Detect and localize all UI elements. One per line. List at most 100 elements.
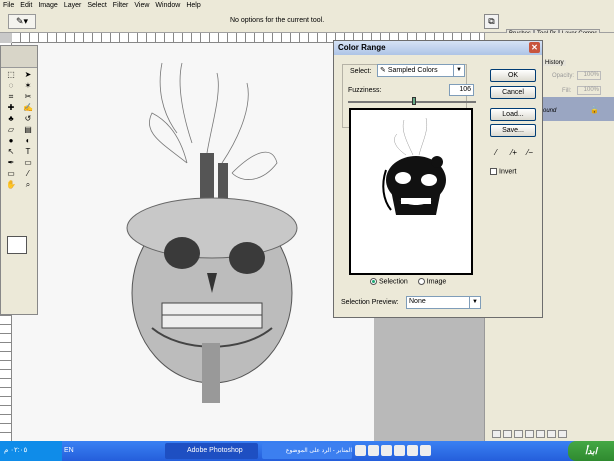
notes-tool-icon[interactable]: ▭ [3, 169, 19, 179]
fuzziness-slider-thumb[interactable] [412, 97, 416, 105]
taskbar: ٠٢:٠٥ م EN Adobe Photoshop المنابر - الر… [0, 441, 614, 461]
radio-selection-dot [370, 278, 377, 285]
adjustment-layer-icon[interactable] [525, 430, 534, 438]
document-canvas[interactable] [12, 43, 374, 441]
selection-preview [349, 108, 473, 275]
brush-tool-icon[interactable]: ✍ [20, 103, 36, 113]
clone-stamp-icon[interactable]: ♣ [3, 114, 19, 124]
fuzziness-label: Fuzziness: [348, 87, 382, 94]
quick-launch-icon[interactable] [420, 445, 431, 456]
layers-footer [484, 428, 614, 440]
menu-window[interactable]: Window [152, 2, 183, 9]
quick-launch-icon[interactable] [381, 445, 392, 456]
new-group-icon[interactable] [536, 430, 545, 438]
load-button[interactable]: Load... [490, 108, 536, 121]
file-browser-icon[interactable]: ⧉ [484, 14, 499, 29]
slice-tool-icon[interactable]: ✂ [20, 92, 36, 102]
tray-clock[interactable]: ٠٢:٠٥ م [4, 447, 27, 454]
layer-style-icon[interactable] [503, 430, 512, 438]
ok-button[interactable]: OK [490, 69, 536, 82]
start-button[interactable]: ابدأ [568, 441, 614, 461]
invert-label: Invert [499, 168, 517, 176]
tool-preset-picker[interactable]: ✎▾ [8, 14, 36, 29]
menu-layer[interactable]: Layer [61, 2, 85, 9]
blur-tool-icon[interactable]: ● [3, 136, 19, 146]
dodge-tool-icon[interactable]: ◐ [20, 136, 36, 146]
selection-mask-image [382, 117, 446, 215]
marquee-tool-icon[interactable]: ⬚ [3, 70, 19, 80]
type-tool-icon[interactable]: T [20, 147, 36, 157]
options-bar: ✎▾ No options for the current tool. ⧉ Br… [0, 11, 614, 38]
eyedropper-icon: ✎▾ [15, 16, 29, 26]
menu-file[interactable]: File [0, 2, 17, 9]
menu-select[interactable]: Select [84, 2, 109, 9]
magic-wand-icon[interactable]: ✶ [20, 81, 36, 91]
quick-launch-icon[interactable] [355, 445, 366, 456]
skull-sketch [126, 62, 298, 403]
quick-launch-icon[interactable] [368, 445, 379, 456]
options-message: No options for the current tool. [230, 17, 325, 24]
radio-selection-label: Selection [379, 278, 408, 286]
language-indicator[interactable]: EN [64, 447, 74, 454]
color-range-dialog: Color Range ✕ Select: ✎ Sampled Colors ▼… [333, 40, 543, 318]
select-value: Sampled Colors [387, 67, 438, 74]
toolbox-header [1, 46, 37, 68]
taskbar-photoshop[interactable]: Adobe Photoshop [165, 443, 258, 459]
radio-selection[interactable]: Selection [370, 278, 408, 285]
move-tool-icon[interactable]: ➤ [20, 70, 36, 80]
gradient-tool-icon[interactable]: ▤ [20, 125, 36, 135]
menu-edit[interactable]: Edit [17, 2, 35, 9]
healing-brush-icon[interactable]: ✚ [3, 103, 19, 113]
select-dropdown[interactable]: ✎ Sampled Colors ▼ [377, 64, 465, 77]
radio-image-label: Image [426, 278, 447, 286]
close-icon[interactable]: ✕ [529, 42, 540, 53]
opacity-field[interactable]: 100% [577, 71, 601, 80]
fill-field[interactable]: 100% [577, 86, 601, 95]
zoom-tool-icon[interactable]: ⌕ [20, 180, 36, 190]
eyedropper-icon[interactable]: ⁄ [490, 147, 502, 159]
eyedropper-plus-icon[interactable]: ⁄+ [508, 147, 520, 159]
menu-filter[interactable]: Filter [110, 2, 132, 9]
link-layers-icon[interactable] [492, 430, 501, 438]
fill-label: Fill: [562, 88, 572, 94]
selection-preview-value: None [409, 298, 426, 305]
system-tray: ٠٢:٠٥ م [0, 441, 62, 461]
tab-history[interactable]: History [543, 60, 566, 66]
pen-tool-icon[interactable]: ✒ [3, 158, 19, 168]
cancel-button[interactable]: Cancel [490, 86, 536, 99]
menu-view[interactable]: View [131, 2, 152, 9]
invert-checkbox[interactable]: Invert [490, 168, 517, 175]
crop-tool-icon[interactable]: ⌗ [3, 92, 19, 102]
save-button[interactable]: Save... [490, 124, 536, 137]
history-brush-icon[interactable]: ↺ [20, 114, 36, 124]
path-select-icon[interactable]: ↖ [3, 147, 19, 157]
chevron-down-icon: ▼ [469, 297, 480, 308]
radio-image-dot [417, 278, 425, 285]
selection-preview-dropdown[interactable]: None ▼ [406, 296, 481, 309]
selection-preview-label: Selection Preview: [341, 299, 399, 306]
dialog-title-bar[interactable]: Color Range ✕ [334, 41, 542, 55]
lasso-tool-icon[interactable]: ◌ [3, 81, 19, 91]
delete-layer-icon[interactable] [558, 430, 567, 438]
radio-image[interactable]: Image [417, 278, 447, 286]
opacity-label: Opacity: [552, 73, 575, 79]
eyedropper-tool-icon[interactable]: ⁄ [20, 169, 36, 179]
fuzziness-input[interactable]: 106 [449, 84, 474, 96]
menu-image[interactable]: Image [35, 2, 60, 9]
color-swatches[interactable] [7, 236, 27, 254]
eyedropper-minus-icon[interactable]: ⁄− [524, 147, 536, 159]
quick-launch-icon[interactable] [407, 445, 418, 456]
layer-mask-icon[interactable] [514, 430, 523, 438]
menu-help[interactable]: Help [183, 2, 203, 9]
chevron-down-icon: ▼ [453, 65, 464, 76]
shape-tool-icon[interactable]: ▭ [20, 158, 36, 168]
menu-bar: File Edit Image Layer Select Filter View… [0, 0, 614, 11]
hand-tool-icon[interactable]: ✋ [3, 180, 19, 190]
eraser-tool-icon[interactable]: ▱ [3, 125, 19, 135]
new-layer-icon[interactable] [547, 430, 556, 438]
invert-checkbox-box [490, 168, 497, 175]
select-label: Select: [350, 68, 372, 75]
quick-launch-icon[interactable] [394, 445, 405, 456]
lock-icon: 🔒 [590, 107, 599, 114]
taskbar-forum[interactable]: المنابر - الرد على الموضوع [262, 443, 352, 459]
